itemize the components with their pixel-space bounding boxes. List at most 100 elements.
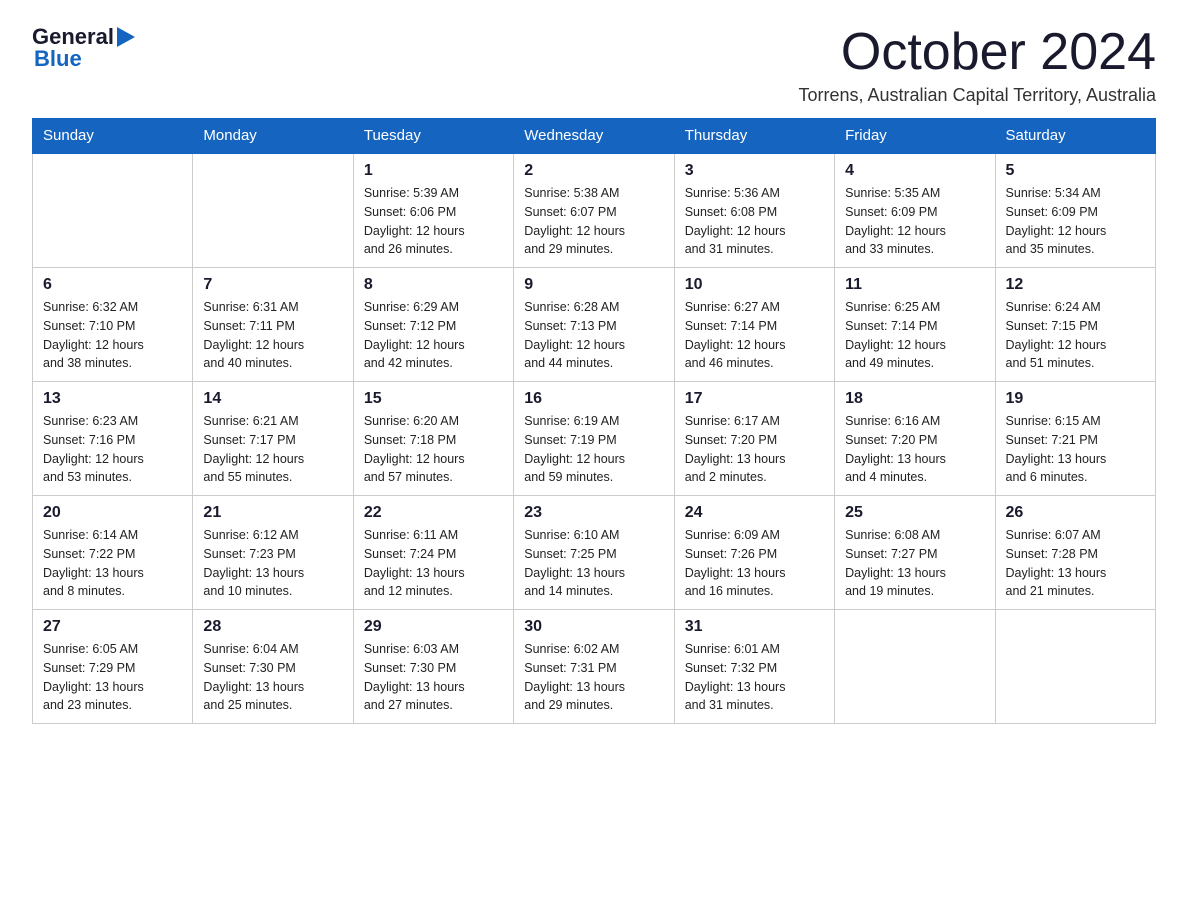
day-info: Sunrise: 6:17 AMSunset: 7:20 PMDaylight:… [685,412,824,487]
calendar-cell: 21 Sunrise: 6:12 AMSunset: 7:23 PMDayligh… [193,496,353,610]
calendar-cell: 24 Sunrise: 6:09 AMSunset: 7:26 PMDayligh… [674,496,834,610]
day-info: Sunrise: 6:11 AMSunset: 7:24 PMDaylight:… [364,526,503,601]
logo-text-blue: Blue [34,46,82,72]
page-header: General Blue October 2024 Torrens, Austr… [32,24,1156,106]
day-number: 2 [524,162,663,180]
day-info: Sunrise: 5:36 AMSunset: 6:08 PMDaylight:… [685,184,824,259]
day-number: 10 [685,276,824,294]
calendar-table: SundayMondayTuesdayWednesdayThursdayFrid… [32,118,1156,724]
calendar-cell: 16 Sunrise: 6:19 AMSunset: 7:19 PMDayligh… [514,382,674,496]
day-info: Sunrise: 6:04 AMSunset: 7:30 PMDaylight:… [203,640,342,715]
calendar-cell: 19 Sunrise: 6:15 AMSunset: 7:21 PMDayligh… [995,382,1155,496]
col-header-tuesday: Tuesday [353,119,513,154]
calendar-cell: 17 Sunrise: 6:17 AMSunset: 7:20 PMDayligh… [674,382,834,496]
day-info: Sunrise: 6:32 AMSunset: 7:10 PMDaylight:… [43,298,182,373]
calendar-cell: 7Sunrise: 6:31 AMSunset: 7:11 PMDaylight… [193,268,353,382]
calendar-cell: 22 Sunrise: 6:11 AMSunset: 7:24 PMDayligh… [353,496,513,610]
calendar-cell: 9Sunrise: 6:28 AMSunset: 7:13 PMDaylight… [514,268,674,382]
day-number: 24 [685,504,824,522]
calendar-header-row: SundayMondayTuesdayWednesdayThursdayFrid… [33,119,1156,154]
calendar-cell [33,153,193,268]
calendar-cell: 3 Sunrise: 5:36 AMSunset: 6:08 PMDaylight… [674,153,834,268]
logo-triangle-icon [117,27,135,47]
day-number: 21 [203,504,342,522]
day-number: 19 [1006,390,1145,408]
day-number: 17 [685,390,824,408]
calendar-cell: 25Sunrise: 6:08 AMSunset: 7:27 PMDayligh… [835,496,995,610]
day-info: Sunrise: 6:05 AMSunset: 7:29 PMDaylight:… [43,640,182,715]
calendar-week-row: 27 Sunrise: 6:05 AMSunset: 7:29 PMDayligh… [33,610,1156,724]
calendar-week-row: 13 Sunrise: 6:23 AMSunset: 7:16 PMDayligh… [33,382,1156,496]
day-number: 6 [43,276,182,294]
calendar-cell: 27 Sunrise: 6:05 AMSunset: 7:29 PMDayligh… [33,610,193,724]
day-number: 22 [364,504,503,522]
day-info: Sunrise: 6:24 AMSunset: 7:15 PMDaylight:… [1006,298,1145,373]
day-number: 30 [524,618,663,636]
day-info: Sunrise: 6:20 AMSunset: 7:18 PMDaylight:… [364,412,503,487]
calendar-cell: 5 Sunrise: 5:34 AMSunset: 6:09 PMDaylight… [995,153,1155,268]
calendar-cell: 26 Sunrise: 6:07 AMSunset: 7:28 PMDayligh… [995,496,1155,610]
calendar-cell: 31 Sunrise: 6:01 AMSunset: 7:32 PMDayligh… [674,610,834,724]
logo: General Blue [32,24,135,72]
calendar-week-row: 6 Sunrise: 6:32 AMSunset: 7:10 PMDaylight… [33,268,1156,382]
title-block: October 2024 Torrens, Australian Capital… [799,24,1157,106]
day-info: Sunrise: 6:25 AMSunset: 7:14 PMDaylight:… [845,298,984,373]
day-info: Sunrise: 5:35 AMSunset: 6:09 PMDaylight:… [845,184,984,259]
day-number: 15 [364,390,503,408]
calendar-cell: 23 Sunrise: 6:10 AMSunset: 7:25 PMDayligh… [514,496,674,610]
day-info: Sunrise: 5:39 AMSunset: 6:06 PMDaylight:… [364,184,503,259]
day-info: Sunrise: 6:10 AMSunset: 7:25 PMDaylight:… [524,526,663,601]
calendar-cell: 4 Sunrise: 5:35 AMSunset: 6:09 PMDaylight… [835,153,995,268]
calendar-cell [995,610,1155,724]
day-info: Sunrise: 6:28 AMSunset: 7:13 PMDaylight:… [524,298,663,373]
day-number: 8 [364,276,503,294]
day-number: 13 [43,390,182,408]
calendar-cell: 8 Sunrise: 6:29 AMSunset: 7:12 PMDaylight… [353,268,513,382]
day-number: 5 [1006,162,1145,180]
day-info: Sunrise: 6:31 AMSunset: 7:11 PMDaylight:… [203,298,342,373]
day-number: 31 [685,618,824,636]
calendar-cell: 10Sunrise: 6:27 AMSunset: 7:14 PMDayligh… [674,268,834,382]
day-info: Sunrise: 5:38 AMSunset: 6:07 PMDaylight:… [524,184,663,259]
calendar-cell: 28Sunrise: 6:04 AMSunset: 7:30 PMDayligh… [193,610,353,724]
day-info: Sunrise: 6:01 AMSunset: 7:32 PMDaylight:… [685,640,824,715]
calendar-cell: 18 Sunrise: 6:16 AMSunset: 7:20 PMDayligh… [835,382,995,496]
day-number: 1 [364,162,503,180]
day-number: 3 [685,162,824,180]
col-header-monday: Monday [193,119,353,154]
calendar-cell: 2 Sunrise: 5:38 AMSunset: 6:07 PMDaylight… [514,153,674,268]
day-number: 23 [524,504,663,522]
calendar-cell: 30 Sunrise: 6:02 AMSunset: 7:31 PMDayligh… [514,610,674,724]
calendar-cell: 6 Sunrise: 6:32 AMSunset: 7:10 PMDaylight… [33,268,193,382]
calendar-cell: 20 Sunrise: 6:14 AMSunset: 7:22 PMDayligh… [33,496,193,610]
calendar-week-row: 20 Sunrise: 6:14 AMSunset: 7:22 PMDayligh… [33,496,1156,610]
day-number: 16 [524,390,663,408]
col-header-wednesday: Wednesday [514,119,674,154]
calendar-cell [835,610,995,724]
calendar-cell: 15 Sunrise: 6:20 AMSunset: 7:18 PMDayligh… [353,382,513,496]
day-info: Sunrise: 6:12 AMSunset: 7:23 PMDaylight:… [203,526,342,601]
day-number: 4 [845,162,984,180]
day-info: Sunrise: 6:14 AMSunset: 7:22 PMDaylight:… [43,526,182,601]
day-info: Sunrise: 6:23 AMSunset: 7:16 PMDaylight:… [43,412,182,487]
calendar-cell: 1 Sunrise: 5:39 AMSunset: 6:06 PMDaylight… [353,153,513,268]
day-info: Sunrise: 6:02 AMSunset: 7:31 PMDaylight:… [524,640,663,715]
day-number: 27 [43,618,182,636]
day-number: 25 [845,504,984,522]
day-info: Sunrise: 6:16 AMSunset: 7:20 PMDaylight:… [845,412,984,487]
day-number: 18 [845,390,984,408]
calendar-cell [193,153,353,268]
day-number: 20 [43,504,182,522]
day-info: Sunrise: 6:09 AMSunset: 7:26 PMDaylight:… [685,526,824,601]
day-info: Sunrise: 6:29 AMSunset: 7:12 PMDaylight:… [364,298,503,373]
col-header-sunday: Sunday [33,119,193,154]
day-number: 12 [1006,276,1145,294]
day-info: Sunrise: 6:15 AMSunset: 7:21 PMDaylight:… [1006,412,1145,487]
day-number: 11 [845,276,984,294]
day-number: 14 [203,390,342,408]
day-info: Sunrise: 6:19 AMSunset: 7:19 PMDaylight:… [524,412,663,487]
day-info: Sunrise: 5:34 AMSunset: 6:09 PMDaylight:… [1006,184,1145,259]
day-number: 26 [1006,504,1145,522]
day-info: Sunrise: 6:21 AMSunset: 7:17 PMDaylight:… [203,412,342,487]
day-info: Sunrise: 6:07 AMSunset: 7:28 PMDaylight:… [1006,526,1145,601]
